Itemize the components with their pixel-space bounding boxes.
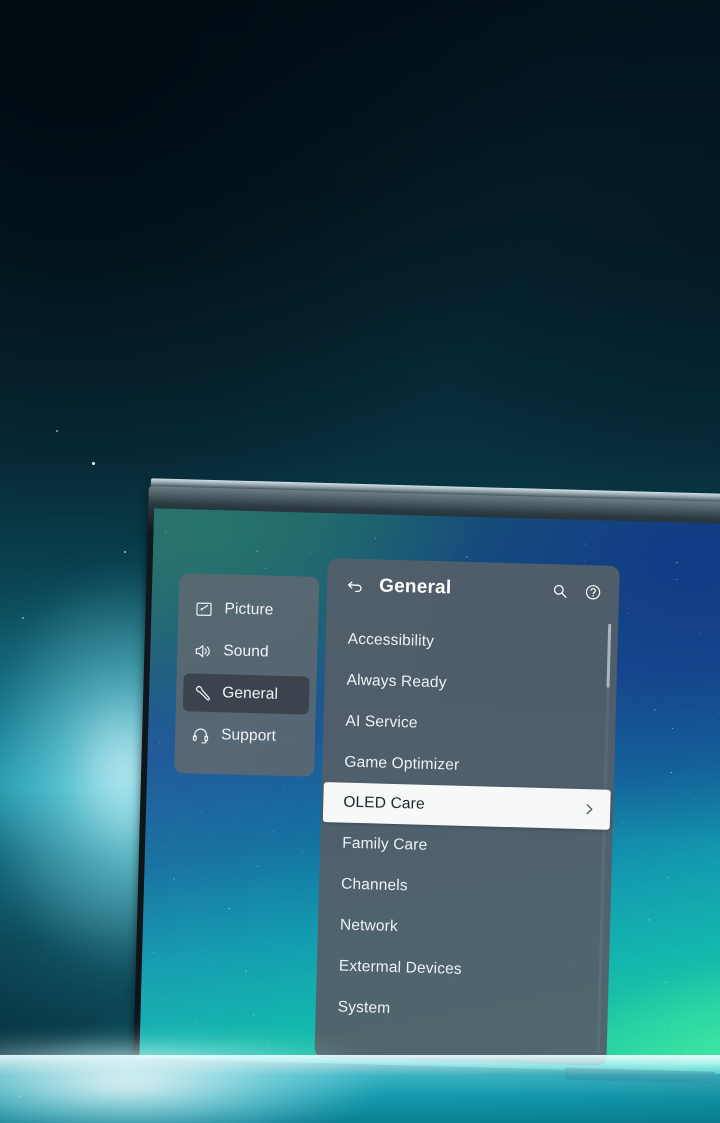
tv-screen: Picture Sound General Support General Ac… <box>139 508 720 1076</box>
ambient-star <box>92 462 95 465</box>
menu-item-label: Channels <box>340 875 409 894</box>
panel-header: General <box>326 558 619 620</box>
headset-icon <box>191 725 211 745</box>
scene-backdrop: Picture Sound General Support General Ac… <box>0 0 720 1123</box>
sidebar-item-general[interactable]: General <box>182 673 310 715</box>
sidebar-item-sound[interactable]: Sound <box>184 631 311 672</box>
ambient-star <box>56 430 58 432</box>
settings-menu-list: Accessibility Always Ready AI Service Ga… <box>315 612 618 1035</box>
sidebar-item-label: Picture <box>224 600 274 619</box>
wrench-icon <box>192 683 212 703</box>
panel-header-actions <box>550 581 604 602</box>
television: Picture Sound General Support General Ac… <box>133 470 720 1087</box>
sidebar-item-label: General <box>222 684 279 703</box>
ambient-star <box>22 617 24 619</box>
ambient-star <box>103 1099 105 1101</box>
menu-item-system[interactable]: System <box>315 986 608 1035</box>
sidebar-item-picture[interactable]: Picture <box>185 589 312 630</box>
search-icon[interactable] <box>550 581 571 602</box>
backdrop-vignette-right <box>360 0 720 560</box>
page-title: General <box>378 575 452 599</box>
settings-panel: General Accessibility Always Ready AI Se… <box>314 558 620 1066</box>
sidebar-item-support[interactable]: Support <box>182 715 309 756</box>
ambient-star <box>124 551 126 553</box>
sidebar-item-label: Sound <box>223 642 269 661</box>
menu-item-label: System <box>337 998 391 1017</box>
menu-item-label: Extermal Devices <box>338 957 463 978</box>
sidebar-item-label: Support <box>220 726 277 745</box>
help-icon[interactable] <box>583 582 604 603</box>
back-arrow-icon[interactable] <box>344 575 367 598</box>
tv-bezel: Picture Sound General Support General Ac… <box>133 486 720 1076</box>
menu-item-label: Family Care <box>341 834 428 854</box>
menu-item-label: Game Optimizer <box>344 753 460 774</box>
menu-item-label: AI Service <box>345 712 418 732</box>
settings-overlay: Picture Sound General Support General Ac… <box>139 508 720 1075</box>
menu-item-label: OLED Care <box>343 793 425 813</box>
sound-icon <box>193 641 213 661</box>
picture-icon <box>194 599 214 619</box>
chevron-right-icon <box>582 802 596 816</box>
menu-item-label: Accessibility <box>347 630 435 650</box>
menu-item-label: Network <box>339 916 399 935</box>
ambient-star <box>18 1095 21 1098</box>
menu-item-label: Always Ready <box>346 671 447 691</box>
settings-sidebar: Picture Sound General Support <box>174 573 320 777</box>
